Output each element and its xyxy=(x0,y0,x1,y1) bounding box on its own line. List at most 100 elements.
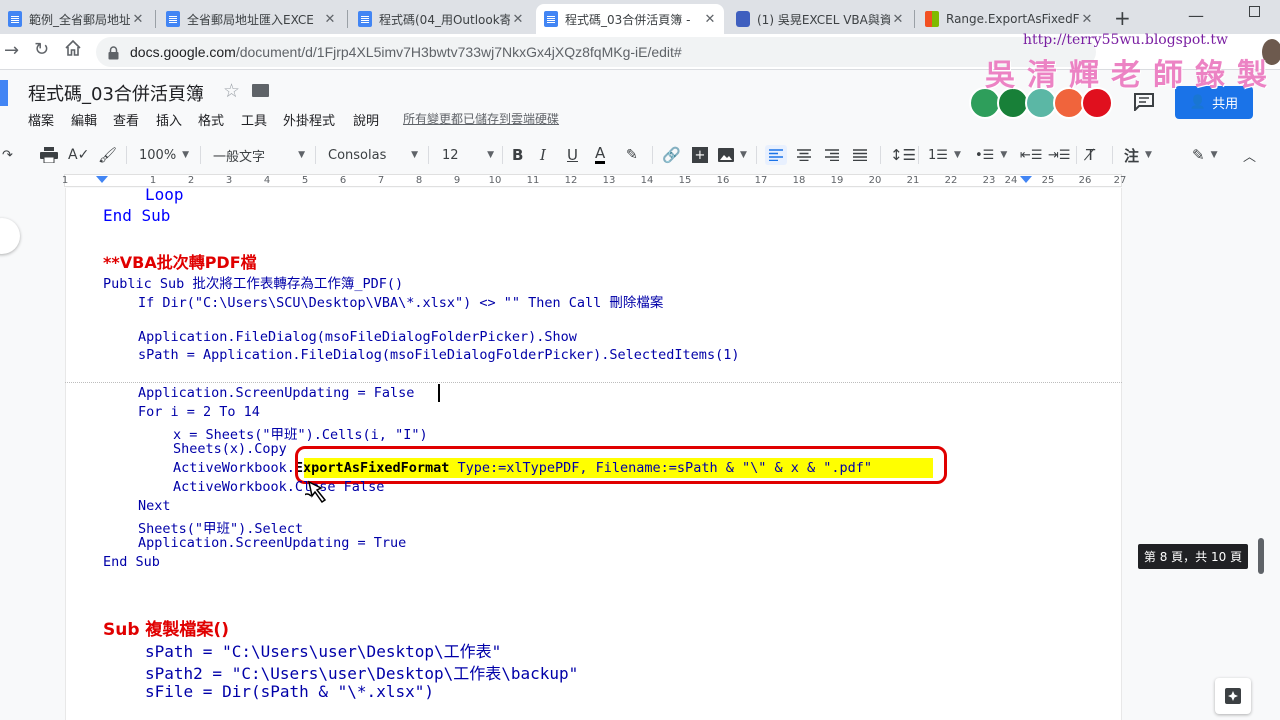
clear-formatting-icon[interactable]: T̸ xyxy=(1086,145,1095,165)
edit-mode-icon[interactable]: ✎ ▼ xyxy=(1192,145,1218,165)
home-icon[interactable] xyxy=(64,39,82,61)
minimize-icon[interactable]: — xyxy=(1188,6,1204,25)
ruler-number: 14 xyxy=(640,175,654,186)
watermark-url: http://terry55wu.blogspot.tw xyxy=(1023,32,1228,48)
docs-toolbar: ↷ A✓ 🖌 100% ▼ 一般文字 ▼ Consolas ▼ 12 ▼ B I U A… xyxy=(0,142,1280,168)
menu-help[interactable]: 說明 xyxy=(353,110,379,129)
chevron-up-icon[interactable]: ︿ xyxy=(1243,145,1256,165)
code-line: Sheets(x).Copy xyxy=(173,441,287,457)
text-cursor xyxy=(438,384,440,402)
link-icon[interactable]: 🔗 xyxy=(662,145,681,165)
print-icon[interactable] xyxy=(40,145,58,165)
browser-tab[interactable]: Range.ExportAsFixedF ✕ xyxy=(917,4,1101,34)
docs-icon xyxy=(358,11,372,27)
ruler: 1 1 2 3 4 5 6 7 8 9 10 11 12 13 14 15 16… xyxy=(0,172,1280,188)
scrollbar-thumb[interactable] xyxy=(1258,538,1264,574)
increase-indent-icon[interactable]: ⇥☰ xyxy=(1048,145,1071,165)
menu-addons[interactable]: 外掛程式 xyxy=(283,110,335,129)
align-center-icon[interactable] xyxy=(797,145,811,165)
code-line: If Dir("C:\Users\SCU\Desktop\VBA\*.xlsx"… xyxy=(138,295,664,311)
code-line: Application.ScreenUpdating = False xyxy=(138,385,415,401)
align-left-icon[interactable] xyxy=(765,145,787,165)
folder-icon[interactable] xyxy=(252,84,269,97)
spellcheck-icon[interactable]: A✓ xyxy=(68,145,89,165)
underline-icon[interactable]: U xyxy=(567,145,578,165)
redo-icon[interactable]: ↷ xyxy=(2,145,13,165)
text-color-icon[interactable]: A xyxy=(595,144,606,164)
docs-icon xyxy=(544,11,558,27)
bold-icon[interactable]: B xyxy=(512,145,523,165)
url-input[interactable]: docs.google.com/document/d/1Fjrp4XL5imv7… xyxy=(96,37,1096,67)
ruler-number: 15 xyxy=(678,175,692,186)
browser-tab[interactable]: (1) 吳晃EXCEL VBA與資 ✕ xyxy=(728,4,912,34)
menu-file[interactable]: 檔案 xyxy=(28,110,54,129)
justify-icon[interactable] xyxy=(853,145,867,165)
ruler-number: 21 xyxy=(906,175,920,186)
url-path: /document/d/1Fjrp4XL5imv7H3bwtv733wj7Nkx… xyxy=(235,44,682,60)
menu-edit[interactable]: 編輯 xyxy=(71,110,97,129)
browser-tab-active[interactable]: 程式碼_03合併活頁簿 - ✕ xyxy=(536,4,724,34)
comment-icon[interactable] xyxy=(1134,93,1154,115)
tab-title: Range.ExportAsFixedF xyxy=(946,12,1079,26)
docs-icon xyxy=(166,11,180,27)
close-icon[interactable]: ✕ xyxy=(322,12,338,27)
code-line: Application.FileDialog(msoFileDialogFold… xyxy=(138,329,577,345)
explore-button[interactable] xyxy=(1215,678,1251,714)
zoom-select[interactable]: 100% ▼ xyxy=(139,145,189,165)
browser-tab[interactable]: 全省郵局地址匯入EXCE ✕ xyxy=(158,4,344,34)
star-icon[interactable]: ☆ xyxy=(223,80,240,102)
close-icon[interactable]: ✕ xyxy=(1079,12,1095,27)
tab-title: 程式碼_03合併活頁簿 - xyxy=(565,12,691,27)
new-tab-icon[interactable]: + xyxy=(1114,6,1131,30)
line-spacing-icon[interactable]: ↕☰ xyxy=(890,145,916,165)
close-icon[interactable]: ✕ xyxy=(890,12,906,27)
ruler-number: 10 xyxy=(488,175,502,186)
decrease-indent-icon[interactable]: ⇤☰ xyxy=(1020,145,1043,165)
style-select[interactable]: 一般文字 ▼ xyxy=(213,145,305,165)
document-canvas: Loop End Sub **VBA批次轉PDF檔 Public Sub 批次將… xyxy=(0,188,1280,720)
menu-format[interactable]: 格式 xyxy=(198,110,224,129)
indent-marker-left[interactable] xyxy=(96,176,108,183)
chinese-text-icon[interactable]: 注 ▼ xyxy=(1124,145,1152,165)
document-outline-button[interactable] xyxy=(0,218,20,254)
ruler-number: 18 xyxy=(792,175,806,186)
style-value: 一般文字 xyxy=(213,149,266,165)
code-line: Loop xyxy=(145,188,184,204)
menu-tools[interactable]: 工具 xyxy=(241,110,267,129)
browser-tab[interactable]: 程式碼(04_用Outlook寄 ✕ xyxy=(350,4,532,34)
close-icon[interactable]: ✕ xyxy=(130,12,146,27)
ruler-number: 4 xyxy=(263,175,271,186)
document-title[interactable]: 程式碼_03合併活頁簿 xyxy=(28,80,204,106)
browser-tab[interactable]: 範例_全省郵局地址 - Go ✕ xyxy=(0,4,152,34)
forward-icon[interactable]: → xyxy=(4,40,19,61)
paint-format-icon[interactable]: 🖌 xyxy=(98,145,117,165)
indent-marker-right[interactable] xyxy=(1020,176,1032,183)
ruler-number: 12 xyxy=(564,175,578,186)
code-line: Application.ScreenUpdating = True xyxy=(138,535,407,551)
docs-logo[interactable] xyxy=(0,80,8,106)
url-host: docs.google.com xyxy=(130,44,236,60)
code-prefix: ActiveWorkbook. xyxy=(173,460,295,476)
tab-title: (1) 吳晃EXCEL VBA與資 xyxy=(757,12,890,27)
insert-image-icon[interactable]: ▼ xyxy=(718,145,747,165)
close-icon[interactable]: ✕ xyxy=(510,12,526,27)
close-icon[interactable]: ✕ xyxy=(702,12,718,27)
font-size-value: 12 xyxy=(442,147,459,163)
reload-icon[interactable]: ↻ xyxy=(34,39,49,60)
mouse-pointer-icon xyxy=(302,476,333,508)
section-heading: **VBA批次轉PDF檔 xyxy=(103,253,257,272)
ruler-number: 25 xyxy=(1041,175,1055,186)
font-size-select[interactable]: 12 ▼ xyxy=(442,145,494,165)
align-right-icon[interactable] xyxy=(825,145,839,165)
ruler-number: 9 xyxy=(453,175,461,186)
save-status[interactable]: 所有變更都已儲存到雲端硬碟 xyxy=(403,110,559,127)
insert-comment-icon[interactable]: + xyxy=(692,147,708,163)
menu-view[interactable]: 查看 xyxy=(113,110,139,129)
highlight-icon[interactable]: ✎ xyxy=(626,145,638,165)
menu-insert[interactable]: 插入 xyxy=(156,110,182,129)
bulleted-list-icon[interactable]: •☰ ▼ xyxy=(975,145,1007,165)
numbered-list-icon[interactable]: 1☰ ▼ xyxy=(928,145,961,165)
italic-icon[interactable]: I xyxy=(540,145,546,165)
font-select[interactable]: Consolas ▼ xyxy=(328,145,418,165)
restore-icon[interactable] xyxy=(1249,6,1260,17)
